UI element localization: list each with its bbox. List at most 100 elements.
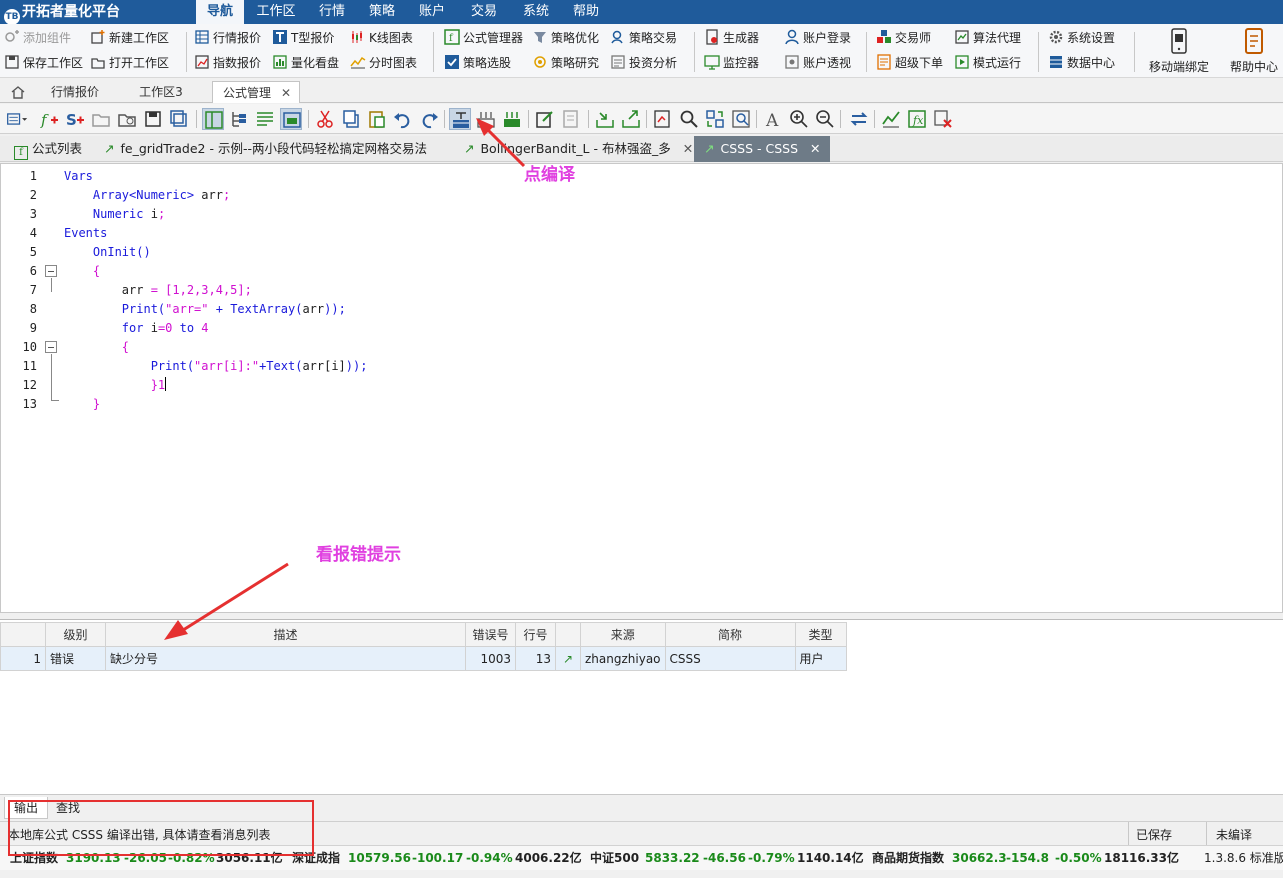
edit-button[interactable] [534,108,556,130]
col-icon[interactable] [555,622,581,647]
tab-quote-board[interactable]: 行情报价 [40,81,110,103]
col-type[interactable]: 类型 [794,622,847,647]
output-panel-button[interactable] [280,108,302,130]
code-line[interactable]: Vars [64,167,93,186]
strategy-optimize-button[interactable]: 策略优化 [532,28,599,48]
code-line[interactable]: Array<Numeric> arr; [64,186,230,205]
strategy-research-button[interactable]: 策略研究 [532,53,599,73]
col-index[interactable] [0,622,46,647]
investment-analysis-button[interactable]: 投资分析 [610,53,677,73]
new-function-button[interactable]: f [38,108,60,130]
minute-chart-button[interactable]: 分时图表 [350,53,417,73]
account-login-button[interactable]: 账户登录 [784,28,851,48]
cut-button[interactable] [314,108,336,130]
tab-formula-list[interactable]: f 公式列表 [10,136,96,162]
save-workspace-button[interactable]: 保存工作区 [4,53,83,73]
compile-button[interactable] [449,108,471,130]
formula-manager-button[interactable]: f 公式管理器 [444,28,523,48]
tab-formula-management[interactable]: 公式管理 ✕ [212,81,300,103]
save-all-button[interactable] [168,108,190,130]
menu-nav[interactable]: 导航 [196,0,244,24]
add-component-button[interactable]: 添加组件 [4,28,71,48]
ticker-commodity-name[interactable]: 商品期货指数 [872,846,944,870]
paste-button[interactable] [366,108,388,130]
fold-collapse-icon[interactable] [45,265,57,277]
menu-workspace[interactable]: 工作区 [248,0,304,24]
insert-formula-button[interactable]: fx [906,108,928,130]
mobile-bind-button[interactable]: 移动端绑定 [1146,26,1212,75]
new-strategy-button[interactable]: S [64,108,86,130]
code-line[interactable]: { [64,338,129,357]
open-workspace-button[interactable]: 打开工作区 [90,53,169,73]
col-line[interactable]: 行号 [515,622,556,647]
find-file-button[interactable] [730,108,752,130]
code-line[interactable]: Print("arr[i]:"+Text(arr[i])); [64,357,368,376]
generator-button[interactable]: 生成器 [704,28,759,48]
tab-csss[interactable]: ↗ CSSS - CSSS ✕ [694,136,830,162]
code-line[interactable]: Print("arr=" + TextArray(arr)); [64,300,346,319]
find-in-chart-button[interactable] [652,108,674,130]
code-line[interactable]: }1 [64,376,167,395]
search-button[interactable] [678,108,700,130]
menu-system[interactable]: 系统 [514,0,558,24]
tab-workspace3[interactable]: 工作区3 [126,81,196,103]
insert-indicator-button[interactable] [880,108,902,130]
export-button[interactable] [620,108,642,130]
account-view-button[interactable]: 账户透视 [784,53,851,73]
menu-quotes[interactable]: 行情 [308,0,356,24]
code-line[interactable]: Events [64,224,107,243]
t-quote-button[interactable]: T型报价 [272,28,334,48]
import-button[interactable] [594,108,616,130]
menu-trade[interactable]: 交易 [462,0,506,24]
open-folder-button[interactable] [90,108,112,130]
font-button[interactable]: A [762,108,784,131]
code-line[interactable]: Numeric i; [64,205,165,224]
tree-view-button[interactable] [228,108,250,130]
strategy-trade-button[interactable]: 策略交易 [610,28,677,48]
col-error-code[interactable]: 错误号 [465,622,516,647]
list-view-button[interactable] [254,108,276,130]
col-level[interactable]: 级别 [45,622,106,647]
strategy-screening-button[interactable]: 策略选股 [444,53,511,73]
data-center-button[interactable]: 数据中心 [1048,53,1115,73]
code-line[interactable]: } [64,395,100,414]
menu-account[interactable]: 账户 [410,0,454,24]
menu-help[interactable]: 帮助 [564,0,608,24]
save-button[interactable] [142,108,164,130]
super-order-button[interactable]: 超级下单 [876,53,943,73]
open-file-button[interactable] [116,108,138,130]
code-line[interactable]: { [64,262,100,281]
code-line[interactable]: arr = [1,2,3,4,5]; [64,281,252,300]
quote-board-button[interactable]: 行情报价 [194,28,261,48]
copy-button[interactable] [340,108,362,130]
table-row[interactable]: 1 错误 缺少分号 1003 13 ↗ zhangzhiyao CSSS 用户 [0,646,847,671]
close-icon[interactable]: ✕ [281,82,291,104]
code-editor[interactable]: 1 2 3 4 5 6 7 8 9 10 11 12 13 Vars Array<Numeric> ar… [0,163,1283,613]
monitor-button[interactable]: 监控器 [704,53,759,73]
col-source[interactable]: 来源 [580,622,666,647]
algo-agent-button[interactable]: 算法代理 [954,28,1021,48]
ticker-zz500-name[interactable]: 中证500 [590,846,639,870]
replace-button[interactable] [704,108,726,130]
menu-strategy[interactable]: 策略 [360,0,404,24]
system-settings-button[interactable]: 系统设置 [1048,28,1115,48]
sync-button[interactable] [848,108,870,130]
home-tab[interactable] [4,81,32,103]
code-line[interactable]: for i=0 to 4 [64,319,209,338]
close-icon[interactable]: ✕ [683,141,693,156]
close-icon[interactable]: ✕ [810,141,820,156]
redo-button[interactable] [418,108,440,130]
new-workspace-button[interactable]: 新建工作区 [90,28,169,48]
code-line[interactable]: OnInit() [64,243,151,262]
index-quote-button[interactable]: 指数报价 [194,53,261,73]
kline-chart-button[interactable]: K线图表 [350,28,413,48]
col-short-name[interactable]: 简称 [664,622,796,647]
properties-button[interactable] [560,108,582,130]
help-center-button[interactable]: 帮助中心 [1226,26,1282,75]
undo-button[interactable] [392,108,414,130]
zoom-out-button[interactable] [814,108,836,130]
zoom-in-button[interactable] [788,108,810,130]
remove-formula-button[interactable] [932,108,954,130]
trader-button[interactable]: 交易师 [876,28,931,48]
mode-run-button[interactable]: 模式运行 [954,53,1021,73]
